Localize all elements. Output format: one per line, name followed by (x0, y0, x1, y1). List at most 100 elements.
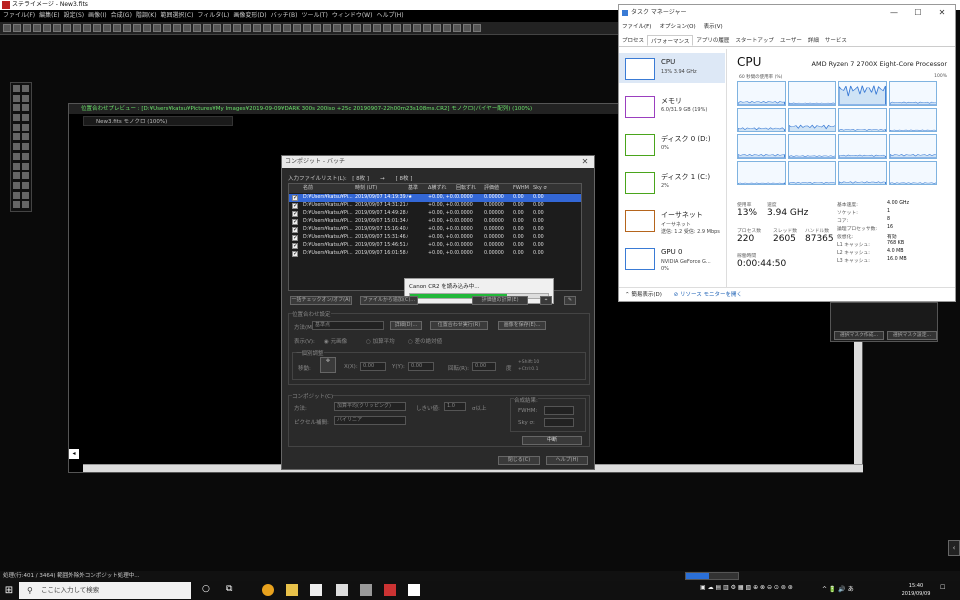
app-icon-5[interactable] (360, 584, 372, 596)
toolbar-button-icon[interactable] (23, 24, 31, 32)
toolbar-button-icon[interactable] (33, 24, 41, 32)
toolbar-button-icon[interactable] (283, 24, 291, 32)
tab[interactable]: スタートアップ (732, 35, 777, 46)
tool-icon[interactable] (13, 143, 20, 151)
rotation-input[interactable]: 0.00 (472, 362, 496, 371)
menu-item[interactable]: ウィンドウ(W) (332, 10, 373, 22)
menu-item[interactable]: 階調(K) (136, 10, 157, 22)
toolbar-button-icon[interactable] (103, 24, 111, 32)
toolbar-button-icon[interactable] (233, 24, 241, 32)
toolbar-button-icon[interactable] (413, 24, 421, 32)
column-header[interactable]: FWHM (513, 184, 533, 193)
image-subwindow-title[interactable]: New3.fits モノクロ (100%) (83, 116, 233, 126)
tool-icon[interactable] (13, 152, 20, 160)
toolbar-button-icon[interactable] (83, 24, 91, 32)
toolbar-button-icon[interactable] (193, 24, 201, 32)
eyedropper-icon[interactable]: ✎ (564, 296, 576, 305)
tool-icon[interactable] (22, 133, 29, 141)
tab[interactable]: 詳細 (805, 35, 822, 46)
table-row[interactable]: D:¥Users¥katsu¥Pi...2019/09/07 14:31:21.… (289, 202, 581, 210)
close-button[interactable]: 閉じる(C) (498, 456, 540, 465)
tab[interactable]: プロセス (619, 35, 647, 46)
table-row[interactable]: D:¥Users¥katsu¥Pi...2019/09/07 15:31:46.… (289, 234, 581, 242)
table-row[interactable]: D:¥Users¥katsu¥Pi...2019/09/07 14:49:28.… (289, 210, 581, 218)
expand-arrow-icon[interactable]: ‹ (948, 540, 960, 556)
table-row[interactable]: D:¥Users¥katsu¥Pi...2019/09/07 15:46:51.… (289, 242, 581, 250)
toolbar-button-icon[interactable] (93, 24, 101, 32)
tool-icon[interactable] (13, 94, 20, 102)
toolbar-button-icon[interactable] (153, 24, 161, 32)
row-checkbox[interactable] (292, 218, 298, 226)
toolbar-button-icon[interactable] (323, 24, 331, 32)
tool-icon[interactable] (22, 201, 29, 209)
column-header[interactable]: Δ横ずれ (428, 184, 456, 193)
menu-item[interactable]: ヘルプ(H) (376, 10, 403, 22)
toolbar-button-icon[interactable] (173, 24, 181, 32)
explorer-icon[interactable] (286, 584, 298, 596)
display-option-diff[interactable]: ○ 差の絶対値 (408, 337, 442, 345)
tool-icon[interactable] (13, 114, 20, 122)
toolbar-button-icon[interactable] (143, 24, 151, 32)
notification-icon[interactable]: ☐ (940, 584, 945, 591)
menu-item[interactable]: 合成(G) (111, 10, 132, 22)
resource-item[interactable]: イーサネット イーサネット 送信: 1.2 受信: 2.9 Mbps (619, 205, 725, 235)
tool-icon[interactable] (13, 133, 20, 141)
resource-item[interactable]: ディスク 0 (D:) 0% (619, 129, 725, 159)
toolbar-button-icon[interactable] (213, 24, 221, 32)
y-input[interactable]: 0.00 (408, 362, 434, 371)
scroll-left-icon[interactable]: ◂ (69, 449, 79, 459)
row-checkbox[interactable] (292, 234, 298, 242)
tool-icon[interactable] (13, 201, 20, 209)
toolbar-button-icon[interactable] (383, 24, 391, 32)
tool-icon[interactable] (13, 191, 20, 199)
table-row[interactable]: D:¥Users¥katsu¥Pi...2019/09/07 14:19:39.… (289, 194, 581, 202)
toolbar-button-icon[interactable] (73, 24, 81, 32)
tool-icon[interactable] (22, 114, 29, 122)
table-row[interactable]: D:¥Users¥katsu¥Pi...2019/09/07 16:01:58.… (289, 250, 581, 258)
threshold-input[interactable]: 1.0 (444, 402, 466, 411)
stellaimage-icon[interactable] (384, 584, 396, 596)
evaluate-button[interactable]: 評価値の計算(E) (472, 296, 528, 305)
toolbar-button-icon[interactable] (43, 24, 51, 32)
row-checkbox[interactable] (292, 202, 298, 210)
toolbar-button-icon[interactable] (243, 24, 251, 32)
cortana-icon[interactable]: ○ (202, 584, 214, 596)
tool-icon[interactable] (22, 181, 29, 189)
help-button[interactable]: ヘルプ(H) (546, 456, 588, 465)
toolbar-button-icon[interactable] (313, 24, 321, 32)
column-header[interactable]: 基準 (408, 184, 428, 193)
close-icon[interactable]: ✕ (931, 5, 953, 21)
toolbar-button-icon[interactable] (273, 24, 281, 32)
detail-button[interactable]: 詳細(D)... (390, 321, 422, 330)
tool-icon[interactable] (22, 191, 29, 199)
maximize-icon[interactable]: ☐ (907, 5, 929, 21)
tool-icon[interactable] (22, 85, 29, 92)
method-select[interactable]: 基準点 (312, 321, 384, 330)
move-pad-icon[interactable]: ✥ (320, 357, 336, 373)
tab[interactable]: サービス (822, 35, 850, 46)
toolbar-button-icon[interactable] (123, 24, 131, 32)
tab[interactable]: アプリの履歴 (693, 35, 732, 46)
toolbar-button-icon[interactable] (113, 24, 121, 32)
row-checkbox[interactable] (292, 210, 298, 218)
menu-item[interactable]: バッチ(B) (271, 10, 298, 22)
interp-select[interactable]: バイリニア (334, 416, 406, 425)
column-header[interactable]: 名前 (289, 184, 355, 193)
mask-settings-button[interactable]: 選択マスク設定... (887, 331, 937, 340)
tool-icon[interactable] (13, 172, 20, 180)
pin-icon[interactable]: ⌖ (540, 296, 552, 305)
tool-icon[interactable] (13, 181, 20, 189)
toolbar-button-icon[interactable] (353, 24, 361, 32)
toolbar-button-icon[interactable] (373, 24, 381, 32)
tool-icon[interactable] (22, 123, 29, 131)
search-box[interactable]: ⚲ ここに入力して検索 (19, 582, 191, 599)
tool-icon[interactable] (13, 104, 20, 112)
clock[interactable]: 15:40 2019/09/09 (898, 582, 934, 598)
toolbar-button-icon[interactable] (473, 24, 481, 32)
toolbar-button-icon[interactable] (183, 24, 191, 32)
toolbar-button-icon[interactable] (303, 24, 311, 32)
document-icon[interactable] (408, 584, 420, 596)
tool-icon[interactable] (22, 104, 29, 112)
add-files-button[interactable]: ファイルから追加(C)... (360, 296, 418, 305)
toolbar-button-icon[interactable] (253, 24, 261, 32)
